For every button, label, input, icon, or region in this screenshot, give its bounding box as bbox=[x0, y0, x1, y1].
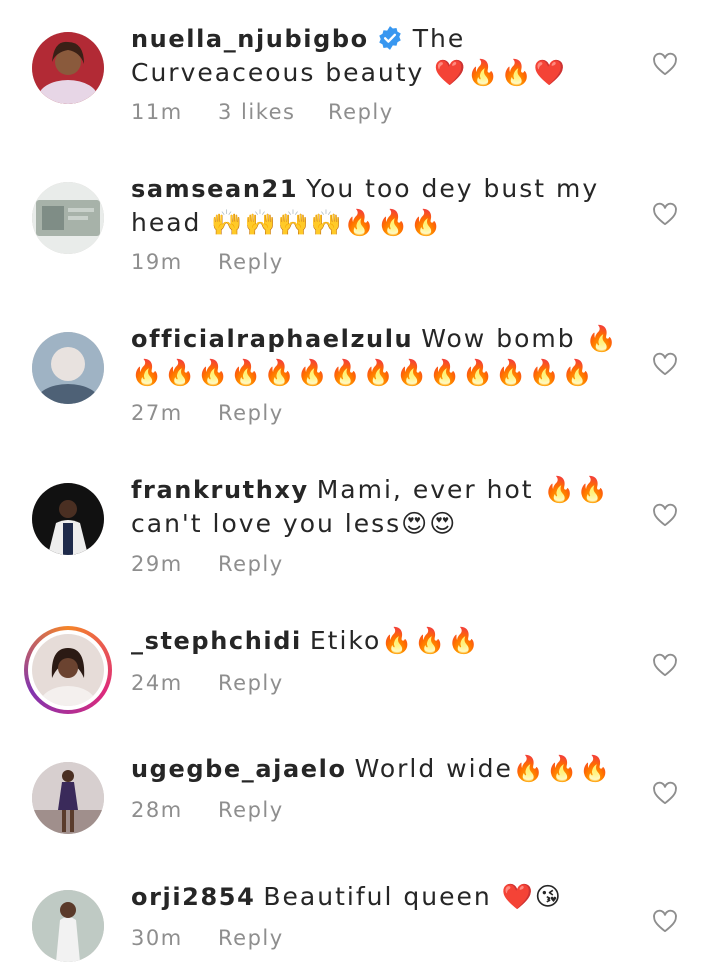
comment-username[interactable]: nuella_njubigbo bbox=[131, 25, 369, 53]
reply-button[interactable]: Reply bbox=[218, 671, 284, 695]
comment-meta: 28m Reply bbox=[131, 798, 284, 822]
heart-icon[interactable] bbox=[652, 503, 678, 529]
heart-icon[interactable] bbox=[652, 52, 678, 78]
comment-username[interactable]: samsean21 bbox=[131, 175, 298, 203]
comment-time: 11m bbox=[131, 100, 183, 124]
avatar[interactable] bbox=[32, 890, 104, 962]
comment-text: ugegbe_ajaelo World wide🔥🔥🔥 bbox=[131, 752, 631, 786]
reply-button[interactable]: Reply bbox=[218, 798, 284, 822]
comment-text: frankruthxy Mami, ever hot 🔥🔥 can't love … bbox=[131, 473, 631, 541]
comment-username[interactable]: _stephchidi bbox=[131, 627, 302, 655]
comment-time: 27m bbox=[131, 401, 183, 425]
avatar[interactable] bbox=[32, 182, 104, 254]
comment-meta: 19m Reply bbox=[131, 250, 284, 274]
reply-button[interactable]: Reply bbox=[218, 250, 284, 274]
reply-button[interactable]: Reply bbox=[328, 100, 394, 124]
comment-text: _stephchidi Etiko🔥🔥🔥 bbox=[131, 624, 631, 658]
heart-icon[interactable] bbox=[652, 202, 678, 228]
comment-time: 29m bbox=[131, 552, 183, 576]
verified-badge-icon bbox=[379, 26, 401, 50]
avatar[interactable] bbox=[32, 762, 104, 834]
comment-meta: 29m Reply bbox=[131, 552, 284, 576]
reply-button[interactable]: Reply bbox=[218, 401, 284, 425]
reply-button[interactable]: Reply bbox=[218, 926, 284, 950]
comment-meta: 27m Reply bbox=[131, 401, 284, 425]
comment-likes[interactable]: 3 likes bbox=[218, 100, 328, 124]
comment-time: 28m bbox=[131, 798, 183, 822]
comment-list: nuella_njubigbo The Curveaceous beauty ❤️… bbox=[0, 0, 720, 968]
reply-button[interactable]: Reply bbox=[218, 552, 284, 576]
comment-meta: 30m Reply bbox=[131, 926, 284, 950]
comment-body: World wide🔥🔥🔥 bbox=[354, 754, 613, 783]
avatar[interactable] bbox=[32, 332, 104, 404]
comment-time: 19m bbox=[131, 250, 183, 274]
comment-username[interactable]: orji2854 bbox=[131, 883, 255, 911]
comment-body: Beautiful queen ❤️😘 bbox=[263, 882, 563, 911]
comment-body: Etiko🔥🔥🔥 bbox=[309, 626, 481, 655]
heart-icon[interactable] bbox=[652, 909, 678, 935]
avatar[interactable] bbox=[32, 32, 104, 104]
comment-meta: 24m Reply bbox=[131, 671, 284, 695]
avatar[interactable] bbox=[32, 483, 104, 555]
comment-text: officialraphaelzulu Wow bomb 🔥🔥🔥🔥🔥🔥🔥🔥🔥🔥🔥🔥… bbox=[131, 322, 631, 390]
comment-time: 30m bbox=[131, 926, 183, 950]
comment-text: orji2854 Beautiful queen ❤️😘 bbox=[131, 880, 631, 914]
comment-username[interactable]: frankruthxy bbox=[131, 476, 309, 504]
heart-icon[interactable] bbox=[652, 781, 678, 807]
comment-username[interactable]: officialraphaelzulu bbox=[131, 325, 413, 353]
avatar-story-ring[interactable] bbox=[24, 626, 112, 714]
comment-time: 24m bbox=[131, 671, 183, 695]
heart-icon[interactable] bbox=[652, 653, 678, 679]
heart-icon[interactable] bbox=[652, 352, 678, 378]
comment-text: samsean21 You too dey bust my head 🙌🙌🙌🙌🔥🔥… bbox=[131, 172, 631, 240]
comment-text: nuella_njubigbo The Curveaceous beauty ❤️… bbox=[131, 22, 631, 90]
comment-username[interactable]: ugegbe_ajaelo bbox=[131, 755, 347, 783]
comment-meta: 11m 3 likes Reply bbox=[131, 100, 394, 124]
